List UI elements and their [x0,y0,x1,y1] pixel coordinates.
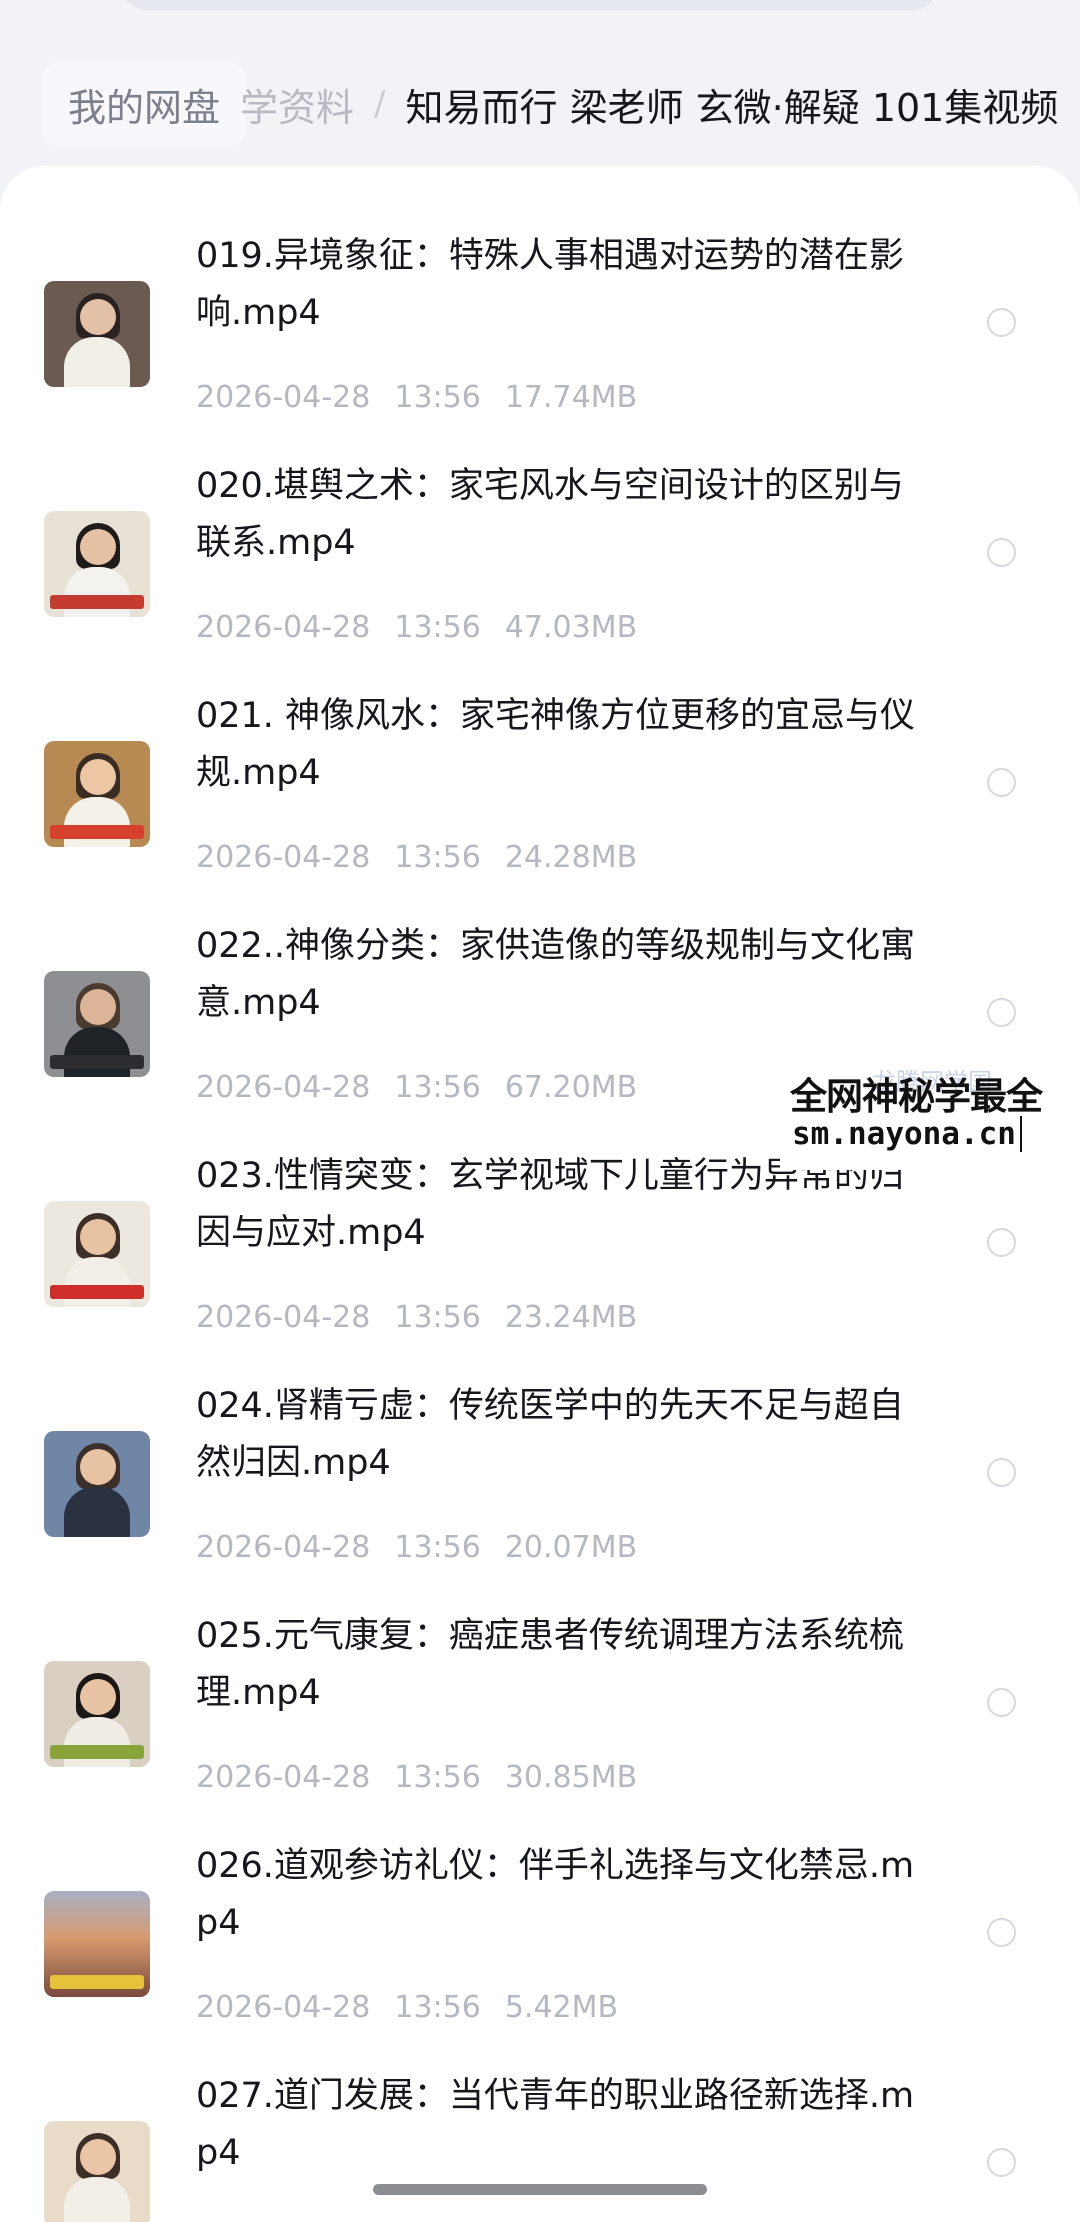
screen: 我的网盘 学资料 / 知易而行 梁老师 玄微·解疑 101集视频 019.异境象… [0,0,1080,2222]
select-radio[interactable] [987,998,1016,1027]
file-meta: 2026-04-28 13:56 23.24MB [196,1300,661,1335]
file-date: 2026-04-28 [196,1990,371,2025]
file-row[interactable]: 021. 神像风水：家宅神像方位更移的宜忌与仪规.mp4 2026-04-28 13… [0,690,1080,920]
file-meta: 2026-04-28 13:56 17.74MB [196,380,661,415]
file-name: 022..神像分类：家供造像的等级规制与文化寓意.mp4 [196,926,916,1023]
file-date: 2026-04-28 [196,1760,371,1795]
file-size: 30.85MB [504,1760,638,1795]
file-size: 24.28MB [504,840,638,875]
breadcrumb: 我的网盘 学资料 / 知易而行 梁老师 玄微·解疑 101集视频 [0,58,1080,150]
watermark-url: sm.nayona.cn [792,1116,1022,1152]
file-date: 2026-04-28 [196,1070,371,1105]
video-thumbnail[interactable] [44,2121,150,2222]
video-thumbnail[interactable] [44,1661,150,1767]
select-radio[interactable] [987,2148,1016,2177]
file-date: 2026-04-28 [196,380,371,415]
select-radio[interactable] [987,1228,1016,1257]
file-name: 025.元气康复：癌症患者传统调理方法系统梳理.mp4 [196,1616,904,1713]
file-size: 5.42MB [504,1990,619,2025]
file-time: 13:56 [394,1990,481,2025]
file-row[interactable]: 025.元气康复：癌症患者传统调理方法系统梳理.mp4 2026-04-28 13:… [0,1610,1080,1840]
file-name: 019.异境象征：特殊人事相遇对运势的潜在影响.mp4 [196,236,904,333]
file-name: 020.堪舆之术：家宅风水与空间设计的区别与联系.mp4 [196,466,904,563]
select-radio[interactable] [987,768,1016,797]
breadcrumb-current-folder: 知易而行 梁老师 玄微·解疑 101集视频 [405,85,1059,130]
file-date: 2026-04-28 [196,610,371,645]
video-thumbnail[interactable] [44,511,150,617]
video-thumbnail[interactable] [44,1891,150,1997]
file-meta: 2026-04-28 13:56 67.20MB [196,1070,661,1105]
select-radio[interactable] [987,1688,1016,1717]
video-thumbnail[interactable] [44,281,150,387]
file-date: 2026-04-28 [196,1530,371,1565]
file-row[interactable]: 023.性情突变：玄学视域下儿童行为异常的归因与应对.mp4 2026-04-28… [0,1150,1080,1380]
breadcrumb-parent-folder[interactable]: 学资料 [240,77,354,132]
file-row[interactable]: 027.道门发展：当代青年的职业路径新选择.mp42026-04-2813:56 [0,2070,1080,2222]
file-row[interactable]: 020.堪舆之术：家宅风水与空间设计的区别与联系.mp4 2026-04-28 13… [0,460,1080,690]
video-thumbnail[interactable] [44,971,150,1077]
select-radio[interactable] [987,308,1016,337]
breadcrumb-separator: / [374,84,386,124]
file-time: 13:56 [394,1300,481,1335]
search-bar-edge[interactable] [120,0,940,10]
video-thumbnail[interactable] [44,1201,150,1307]
file-time: 13:56 [394,1070,481,1105]
file-size: 67.20MB [504,1070,638,1105]
home-indicator[interactable] [373,2184,707,2195]
file-name: 027.道门发展：当代青年的职业路径新选择.mp4 [196,2076,915,2173]
file-size: 17.74MB [504,380,638,415]
file-date: 2026-04-28 [196,840,371,875]
watermark-title: 全网神秘学最全 [790,1075,1043,1118]
file-size: 23.24MB [504,1300,638,1335]
file-meta: 2026-04-28 13:56 24.28MB [196,840,661,875]
file-row[interactable]: 026.道观参访礼仪：伴手礼选择与文化禁忌.mp4 2026-04-28 13:56… [0,1840,1080,2070]
video-thumbnail[interactable] [44,1431,150,1537]
file-size: 20.07MB [504,1530,638,1565]
file-name: 026.道观参访礼仪：伴手礼选择与文化禁忌.mp4 [196,1846,915,1943]
breadcrumb-home[interactable]: 我的网盘 [42,62,247,146]
file-name: 021. 神像风水：家宅神像方位更移的宜忌与仪规.mp4 [196,696,916,793]
file-size: 47.03MB [504,610,638,645]
file-name: 024.肾精亏虚：传统医学中的先天不足与超自然归因.mp4 [196,1386,904,1483]
watermark: 龙腾网学国 全网神秘学最全 sm.nayona.cn [780,1060,1076,1170]
file-meta: 2026-04-28 13:56 5.42MB [196,1990,642,2025]
file-row[interactable]: 024.肾精亏虚：传统医学中的先天不足与超自然归因.mp4 2026-04-28 1… [0,1380,1080,1610]
file-meta: 2026-04-28 13:56 30.85MB [196,1760,661,1795]
file-time: 13:56 [394,840,481,875]
select-radio[interactable] [987,1918,1016,1947]
file-time: 13:56 [394,1760,481,1795]
file-meta: 2026-04-28 13:56 20.07MB [196,1530,661,1565]
select-radio[interactable] [987,538,1016,567]
video-thumbnail[interactable] [44,741,150,847]
file-date: 2026-04-28 [196,1300,371,1335]
file-time: 13:56 [394,1530,481,1565]
select-radio[interactable] [987,1458,1016,1487]
file-row[interactable]: 019.异境象征：特殊人事相遇对运势的潜在影响.mp4 2026-04-28 13:… [0,230,1080,460]
file-list: 019.异境象征：特殊人事相遇对运势的潜在影响.mp4 2026-04-28 13:… [0,166,1080,2222]
file-time: 13:56 [394,610,481,645]
file-time: 13:56 [394,380,481,415]
file-meta: 2026-04-28 13:56 47.03MB [196,610,661,645]
